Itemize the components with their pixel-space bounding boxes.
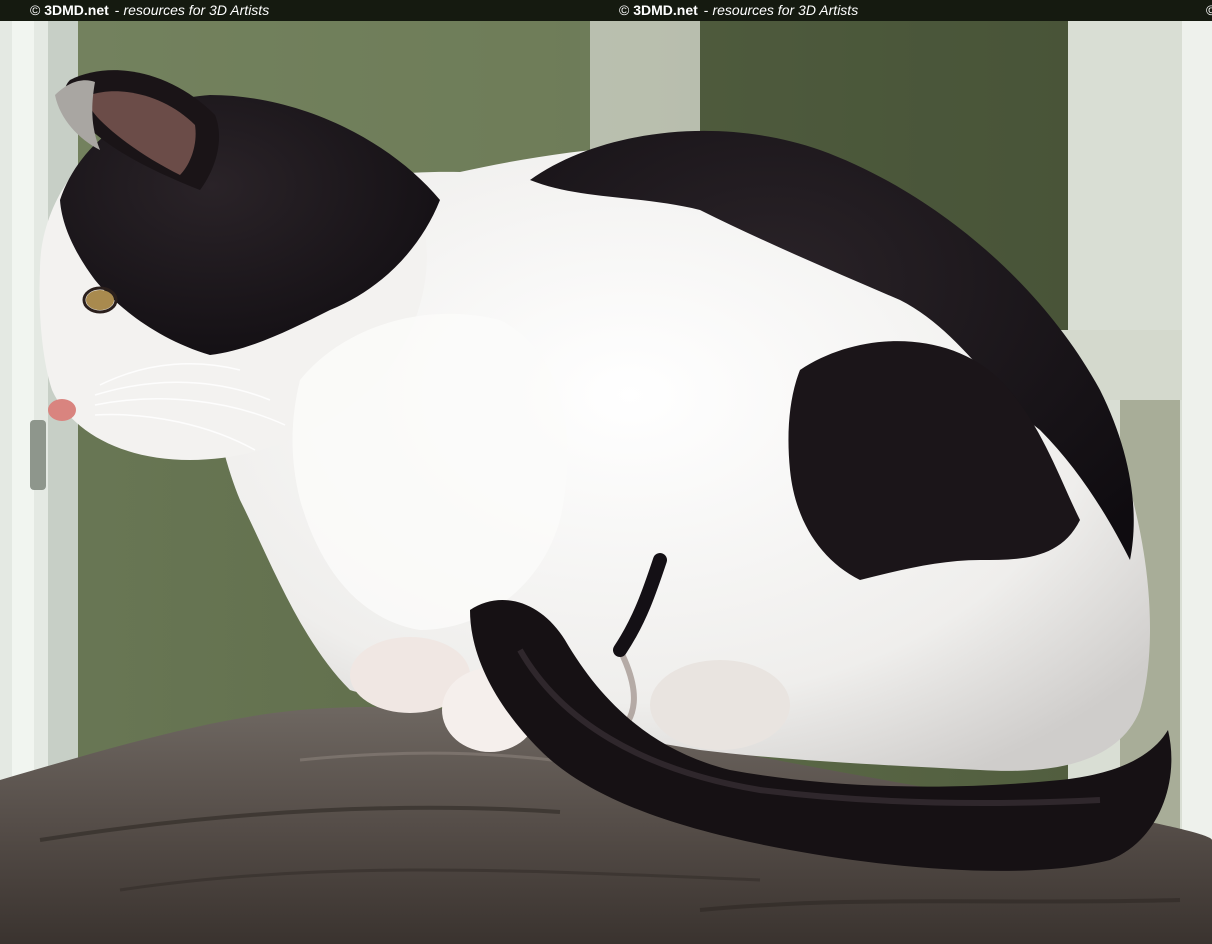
window-frame-left-light <box>12 21 34 781</box>
watermark-separator: - <box>114 2 120 18</box>
cat-eye <box>86 290 114 310</box>
cat-photo-drawing <box>0 21 1212 944</box>
watermark: © 3DMD.net - resources for 3D Artists <box>619 0 858 21</box>
watermark-bar: © 3DMD.net - resources for 3D Artists © 3D… <box>0 0 1212 21</box>
window-latch <box>30 420 46 490</box>
watermark-brand: 3DMD.net <box>44 2 109 18</box>
watermark-brand: 3DMD.net <box>633 2 698 18</box>
window-frame-right-edge <box>1182 21 1212 921</box>
cat-nose <box>48 399 76 421</box>
watermark-tagline: resources for 3D Artists <box>123 2 270 18</box>
cat-hind-paw <box>650 660 790 750</box>
cat-photo <box>0 21 1212 944</box>
copyright-symbol: © <box>30 2 41 18</box>
watermark-separator: - <box>703 2 709 18</box>
watermark: © 3DMD.net - resources for 3D Artists <box>30 0 269 21</box>
watermark-tagline: resources for 3D Artists <box>712 2 859 18</box>
copyright-symbol: © <box>619 2 630 18</box>
watermark: © <box>1206 0 1212 21</box>
copyright-symbol: © <box>1206 2 1212 18</box>
